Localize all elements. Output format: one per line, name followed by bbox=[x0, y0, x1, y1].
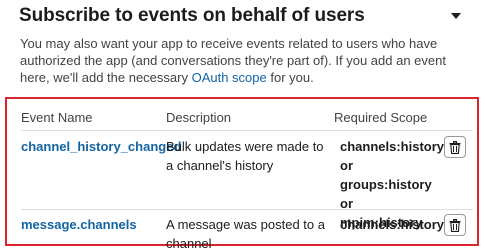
table-row: channel_history_changed Bulk updates wer… bbox=[21, 130, 476, 230]
event-scope-cell: channels:history bbox=[340, 215, 445, 234]
delete-event-button[interactable] bbox=[444, 214, 466, 236]
actions-cell bbox=[436, 136, 476, 158]
table-row: message.channels A message was posted to… bbox=[21, 209, 473, 250]
events-page: Subscribe to events on behalf of users Y… bbox=[0, 0, 485, 250]
table-header: Event Name Description Required Scope bbox=[21, 105, 473, 130]
user-events-table: Event Name Description Required Scope ch… bbox=[21, 105, 473, 250]
header-description: Description bbox=[166, 110, 232, 125]
delete-event-button[interactable] bbox=[444, 136, 466, 158]
section-title: Subscribe to events on behalf of users bbox=[19, 5, 365, 26]
event-description: A message was posted to a channel bbox=[166, 217, 325, 250]
trash-icon bbox=[449, 140, 461, 154]
scope-line: groups:history bbox=[340, 177, 432, 192]
trash-icon bbox=[449, 218, 461, 232]
section-description: You may also want your app to receive ev… bbox=[20, 35, 470, 86]
user-events-table-highlight: Event Name Description Required Scope ch… bbox=[5, 97, 479, 250]
event-description: Bulk updates were made to a channel's hi… bbox=[166, 139, 324, 173]
triangle-down-icon[interactable] bbox=[451, 13, 461, 19]
scope-line: channels:history bbox=[340, 217, 445, 232]
header-required-scope: Required Scope bbox=[334, 110, 428, 125]
scope-line: or bbox=[340, 158, 353, 173]
event-name-cell: channel_history_changed bbox=[21, 137, 181, 156]
description-suffix: for you. bbox=[266, 70, 314, 85]
event-name-link[interactable]: channel_history_changed bbox=[21, 139, 181, 154]
oauth-scope-link[interactable]: OAuth scope bbox=[192, 70, 267, 85]
event-name-link[interactable]: message.channels bbox=[21, 217, 137, 232]
event-name-cell: message.channels bbox=[21, 215, 166, 234]
actions-cell bbox=[436, 214, 476, 236]
scope-line: channels:history bbox=[340, 139, 445, 154]
header-event-name: Event Name bbox=[21, 110, 93, 125]
